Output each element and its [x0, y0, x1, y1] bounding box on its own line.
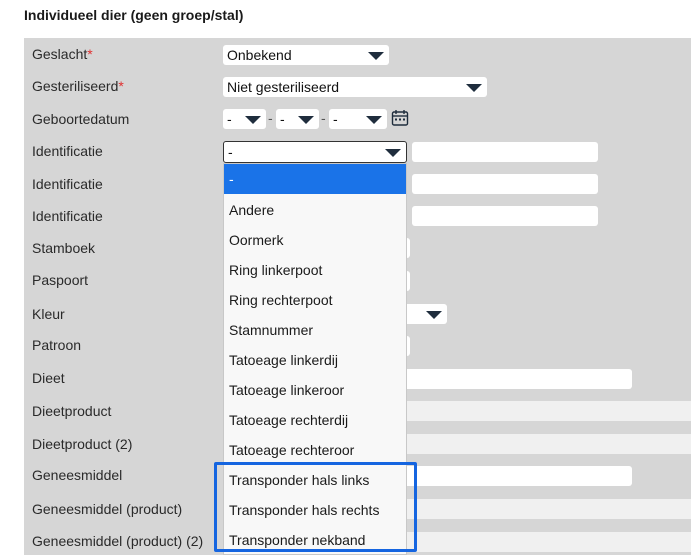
label-dieet: Dieet	[32, 370, 65, 386]
birth-year-select[interactable]: -	[329, 109, 387, 129]
label-geneesmiddel: Geneesmiddel	[32, 467, 123, 483]
geneesmiddel-product-2-input[interactable]	[400, 532, 691, 552]
label-identificatie-2: Identificatie	[32, 176, 103, 192]
required-mark: *	[118, 78, 124, 94]
label-geneesmiddel-product: Geneesmiddel (product)	[32, 501, 183, 517]
dropdown-option[interactable]: Tatoeage linkerdij	[224, 345, 406, 375]
label-identificatie-3: Identificatie	[32, 208, 103, 224]
section-title: Individueel dier (geen groep/stal)	[24, 7, 244, 23]
identificatie-input-3[interactable]	[412, 206, 598, 226]
dropdown-option[interactable]: Ring rechterpoot	[224, 285, 406, 315]
dropdown-option[interactable]: Andere	[224, 195, 406, 225]
dropdown-option[interactable]: Ring linkerpoot	[224, 255, 406, 285]
label-geboortedatum: Geboortedatum	[32, 111, 130, 127]
identificatie-input-2[interactable]	[412, 174, 598, 194]
label-identificatie-1: Identificatie	[32, 143, 103, 159]
chevron-down-icon	[466, 84, 482, 92]
label-geslacht: Geslacht*	[32, 46, 93, 62]
dropdown-option[interactable]: -	[224, 164, 406, 194]
dieetproduct-2-input[interactable]	[400, 434, 691, 454]
calendar-icon[interactable]	[391, 109, 409, 127]
dieet-input[interactable]	[400, 369, 632, 389]
label-geneesmiddel-product-2: Geneesmiddel (product) (2)	[32, 533, 204, 549]
dropdown-option[interactable]: Tatoeage rechterdij	[224, 405, 406, 435]
date-separator: -	[268, 110, 273, 126]
geneesmiddel-product-input[interactable]	[400, 499, 691, 519]
date-separator: -	[321, 110, 326, 126]
kleur-select[interactable]	[400, 304, 447, 324]
dropdown-option[interactable]: Stamnummer	[224, 315, 406, 345]
label-gesteriliseerd: Gesteriliseerd*	[32, 78, 124, 94]
highlight-box	[214, 462, 417, 552]
gesteriliseerd-select[interactable]: Niet gesteriliseerd	[223, 77, 487, 97]
birth-day-select[interactable]: -	[223, 109, 266, 129]
label-patroon: Patroon	[32, 337, 82, 353]
chevron-down-icon	[426, 311, 442, 319]
chevron-down-icon	[368, 52, 384, 60]
required-mark: *	[87, 46, 93, 62]
label-stamboek: Stamboek	[32, 240, 96, 256]
birth-month-select[interactable]: -	[276, 109, 319, 129]
chevron-down-icon	[366, 116, 382, 124]
chevron-down-icon	[385, 149, 401, 157]
identificatie-select-1[interactable]: -	[223, 141, 407, 163]
dieetproduct-input[interactable]	[400, 401, 691, 421]
label-dieetproduct: Dieetproduct	[32, 403, 112, 419]
identificatie-input-1[interactable]	[412, 142, 598, 162]
label-kleur: Kleur	[32, 306, 65, 322]
chevron-down-icon	[245, 116, 261, 124]
label-paspoort: Paspoort	[32, 272, 89, 288]
chevron-down-icon	[298, 116, 314, 124]
geslacht-select[interactable]: Onbekend	[223, 45, 389, 65]
geneesmiddel-input[interactable]	[400, 466, 632, 486]
label-dieetproduct-2: Dieetproduct (2)	[32, 436, 133, 452]
dropdown-option[interactable]: Tatoeage linkeroor	[224, 375, 406, 405]
dropdown-option[interactable]: Tatoeage rechteroor	[224, 435, 406, 465]
dropdown-option[interactable]: Oormerk	[224, 225, 406, 255]
